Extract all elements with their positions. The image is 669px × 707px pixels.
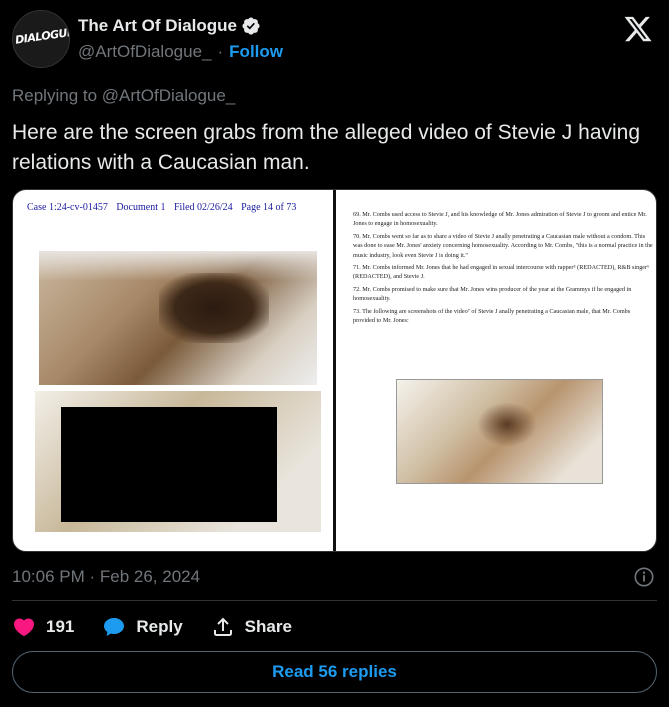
action-bar: 191 Reply Share — [12, 612, 320, 642]
page-divider — [333, 190, 336, 551]
screenshot-image-1 — [39, 251, 317, 385]
paragraph-70: 70. Mr. Combs went so far as to share a … — [353, 232, 653, 259]
verified-badge-icon — [242, 17, 260, 35]
handle-row: @ArtOfDialogue_ · Follow — [78, 42, 283, 62]
follow-button[interactable]: Follow — [229, 42, 283, 62]
divider — [12, 600, 657, 601]
filed-date: Filed 02/26/24 — [173, 202, 233, 213]
x-logo-icon[interactable] — [623, 14, 653, 44]
tweet-text: Here are the screen grabs from the alleg… — [12, 121, 641, 174]
paragraph-71: 71. Mr. Combs informed Mr. Jones that he… — [353, 264, 650, 281]
separator-dot: · — [217, 42, 224, 61]
tweet-header: DIALOGUE The Art Of Dialogue @ArtOfDialo… — [12, 10, 657, 70]
screenshot-image-2 — [35, 391, 321, 532]
page-number: Page 14 of 73 — [241, 202, 297, 213]
display-name[interactable]: The Art Of Dialogue — [78, 16, 237, 36]
paragraph-69: 69. Mr. Combs used access to Stevie J, a… — [353, 211, 647, 228]
reply-label: Reply — [136, 617, 183, 636]
share-label: Share — [244, 617, 292, 636]
heart-icon — [13, 618, 35, 637]
share-icon — [213, 617, 232, 636]
image-shadow — [477, 402, 537, 447]
handle[interactable]: @ArtOfDialogue_ — [78, 42, 212, 62]
paragraph-73: 73. The following are screenshots of the… — [353, 307, 631, 325]
like-count: 191 — [46, 617, 75, 636]
redaction-box — [61, 407, 277, 522]
reply-button[interactable]: Reply — [102, 615, 183, 639]
case-number: Case 1:24-cv-01457 — [27, 202, 108, 213]
speech-bubble-icon — [104, 618, 125, 636]
info-icon[interactable] — [633, 566, 655, 588]
paragraph-72: 72. Mr. Combs promised to make sure that… — [353, 285, 632, 303]
document-number: Document 1 — [116, 202, 166, 213]
media-image[interactable]: Case 1:24-cv-01457 Document 1 Filed 02/2… — [12, 189, 657, 552]
avatar-logo-text: DIALOGUE — [14, 25, 70, 47]
tweet-timestamp[interactable]: 10:06 PM · Feb 26, 2024 — [12, 567, 200, 587]
read-replies-button[interactable]: Read 56 replies — [12, 651, 657, 693]
reply-context[interactable]: Replying to @ArtOfDialogue_ — [12, 86, 235, 106]
name-row: The Art Of Dialogue — [78, 16, 261, 36]
like-button[interactable]: 191 — [12, 615, 74, 639]
document-body: 69. Mr. Combs used access to Stevie J, a… — [353, 210, 653, 328]
avatar[interactable]: DIALOGUE — [12, 10, 70, 68]
document-header: Case 1:24-cv-01457 Document 1 Filed 02/2… — [27, 202, 302, 213]
screenshot-image-3 — [396, 379, 603, 484]
image-shadow — [159, 273, 269, 343]
share-button[interactable]: Share — [211, 615, 292, 639]
